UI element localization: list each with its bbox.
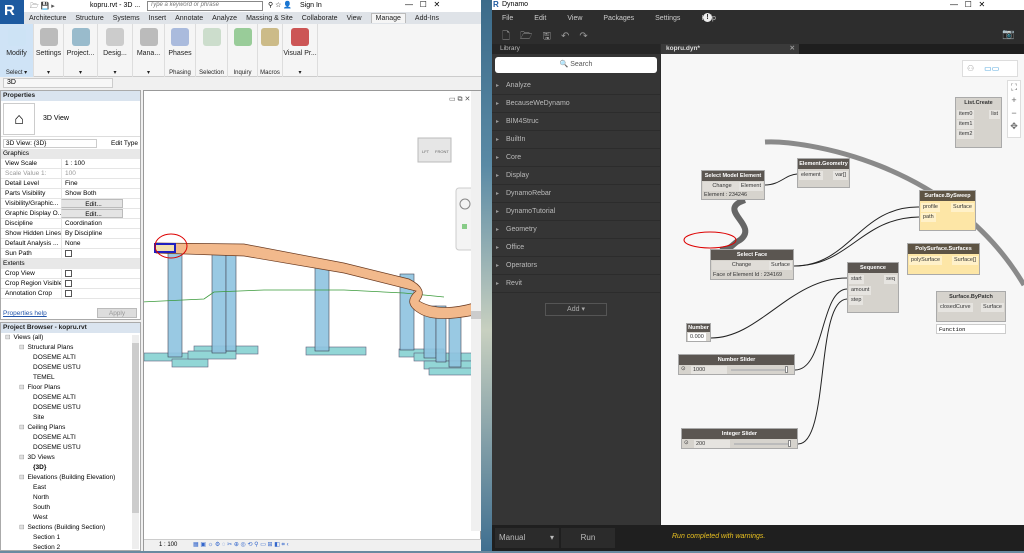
node-title: Surface.BySweep <box>920 191 975 201</box>
node-title: Select Model Element <box>702 171 764 181</box>
node-info: Face of Element Id : 234169 <box>713 272 783 278</box>
input-port[interactable]: item0 <box>957 110 975 119</box>
output-port[interactable]: Surface <box>769 261 792 270</box>
input-port[interactable]: element <box>799 171 823 180</box>
zoom-controls[interactable]: ⛶ + − ✥ <box>1007 80 1021 138</box>
slider-track[interactable] <box>734 440 791 447</box>
node-element-geometry[interactable]: Element.Geometry element var[] <box>797 158 850 188</box>
node-surface-bysweep[interactable]: Surface.BySweep profile path Surface <box>919 190 976 231</box>
expand-icon[interactable]: ⊙ <box>684 440 689 446</box>
node-sequence[interactable]: Sequence start amount step seq <box>847 262 899 313</box>
input-port[interactable]: closedCurve <box>938 303 973 312</box>
input-port[interactable]: path <box>921 213 936 222</box>
output-port[interactable]: list <box>989 110 1000 119</box>
node-number[interactable]: Number 0.000 <box>686 323 711 342</box>
node-title: Element.Geometry <box>798 159 849 169</box>
function-input[interactable]: Function <box>936 324 1006 334</box>
output-port[interactable]: Surface[] <box>951 256 978 265</box>
input-port[interactable]: item1 <box>957 120 975 129</box>
input-port[interactable]: step <box>849 296 864 305</box>
number-input[interactable]: 0.000 <box>688 333 706 341</box>
node-select-model-element[interactable]: Select Model Element Change Element Elem… <box>701 170 765 200</box>
node-title: Number Slider <box>679 355 794 365</box>
node-list-create[interactable]: List.Create item0 item1 item2 list <box>955 97 1002 148</box>
input-port[interactable]: polySurface <box>909 256 943 265</box>
highlight-circle <box>683 231 737 249</box>
preview-curve <box>719 197 749 253</box>
node-polysurface-surfaces[interactable]: PolySurface.Surfaces polySurface Surface… <box>907 243 980 275</box>
slider-thumb[interactable] <box>788 440 791 447</box>
node-integer-slider[interactable]: Integer Slider ⊙ 200 <box>681 428 798 449</box>
output-port[interactable]: Surface <box>981 303 1004 312</box>
node-number-slider[interactable]: Number Slider ⊙ 1000 <box>678 354 795 375</box>
node-info: Element : 234246 <box>704 192 748 198</box>
input-port[interactable]: amount <box>849 286 872 295</box>
node-surface-bypatch[interactable]: Surface.ByPatch closedCurve Surface <box>936 291 1006 322</box>
slider-track[interactable] <box>731 366 788 373</box>
node-title: Number <box>687 324 710 332</box>
change-button[interactable]: Change <box>703 182 741 191</box>
view-mode-toggle[interactable]: ⚇ ▭▭ <box>962 60 1018 77</box>
node-title: Select Face <box>711 250 793 260</box>
output-port[interactable]: seq <box>884 275 897 284</box>
node-title: Sequence <box>848 263 898 273</box>
expand-icon[interactable]: ⊙ <box>681 366 686 372</box>
node-title: Integer Slider <box>682 429 797 439</box>
node-title: PolySurface.Surfaces <box>908 244 979 254</box>
node-title: Surface.ByPatch <box>937 292 1005 302</box>
output-port[interactable]: var[] <box>833 171 848 180</box>
output-port[interactable]: Element <box>738 182 763 191</box>
slider-value[interactable]: 200 <box>694 440 730 448</box>
slider-thumb[interactable] <box>785 366 788 373</box>
node-select-face[interactable]: Select Face Change Surface Face of Eleme… <box>710 249 794 280</box>
node-title: List.Create <box>956 98 1001 108</box>
input-port[interactable]: item2 <box>957 130 975 139</box>
input-port[interactable]: profile <box>921 203 940 212</box>
output-port[interactable]: Surface <box>951 203 974 212</box>
change-button[interactable]: Change <box>712 261 771 270</box>
input-port[interactable]: start <box>849 275 864 284</box>
slider-value[interactable]: 1000 <box>691 366 727 374</box>
